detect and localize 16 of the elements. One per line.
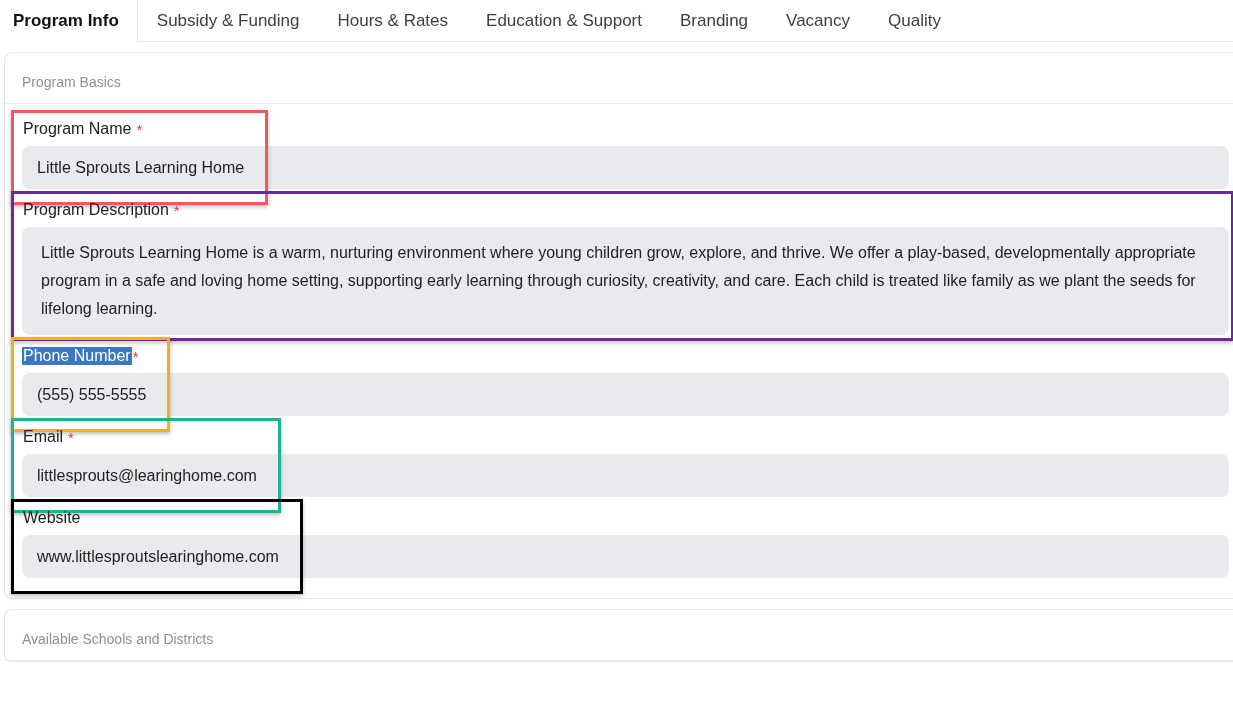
section-title: Program Basics (22, 74, 121, 90)
text-field[interactable]: (555) 555-5555 (22, 373, 1229, 416)
section-title: Available Schools and Districts (22, 631, 214, 647)
required-asterisk: * (173, 201, 180, 219)
required-asterisk: * (132, 347, 139, 365)
text-field[interactable]: littlesprouts@learinghome.com (22, 454, 1229, 497)
required-asterisk: * (136, 120, 143, 138)
field-label: Program Name (22, 120, 133, 138)
text-field[interactable]: www.littlesproutslearinghome.com (22, 535, 1229, 578)
field-label: Website (22, 509, 82, 527)
field-label: Program Description (22, 201, 170, 219)
text-field[interactable]: Little Sprouts Learning Home (22, 146, 1229, 189)
field-label: Email (22, 428, 64, 446)
field-label: Phone Number (22, 347, 132, 365)
required-asterisk: * (68, 428, 74, 446)
description-field[interactable]: Little Sprouts Learning Home is a warm, nurturing environment where young children grow, explore, and thrive. We offer a play-based, developmentally appropriate program in a safe and loving home setting, supporting early learning through curiosity, creativity, and care. Each child is treated like family as we plant the seeds for lifelong learning. (22, 227, 1229, 335)
